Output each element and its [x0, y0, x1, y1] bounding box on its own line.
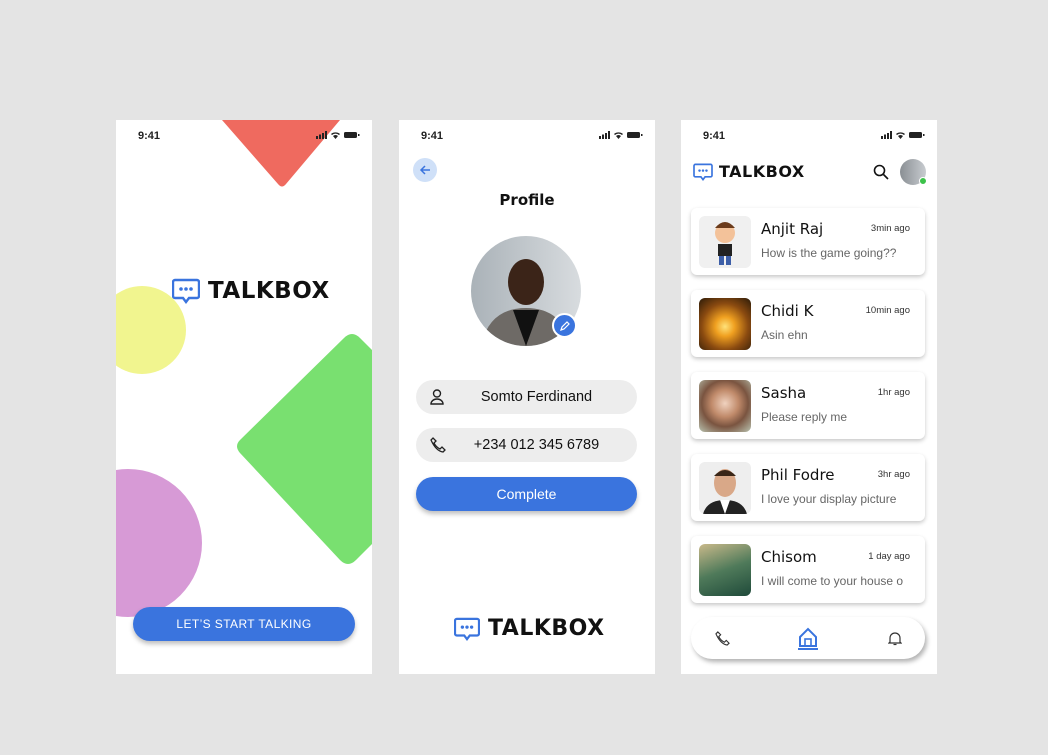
name-field[interactable]: Somto Ferdinand: [416, 380, 637, 414]
decorative-shapes: [116, 120, 372, 617]
message-preview: Please reply me: [761, 410, 848, 424]
purple-circle: [116, 469, 202, 617]
edit-photo-button[interactable]: [552, 313, 577, 338]
profile-screen: 9:41 Profile Somto Ferdinand +234 012 34…: [399, 120, 655, 674]
chat-bubble-icon: [454, 617, 480, 641]
logo-text: TALKBOX: [719, 162, 805, 181]
complete-button[interactable]: Complete: [416, 477, 637, 511]
chat-avatar: [699, 380, 751, 432]
message-time: 1hr ago: [877, 387, 910, 398]
chat-bubble-icon: [172, 278, 200, 304]
chat-avatar: [699, 544, 751, 596]
status-icons: [316, 131, 360, 139]
message-time: 10min ago: [865, 305, 910, 316]
message-time: 3min ago: [870, 223, 910, 234]
chat-item[interactable]: Anjit Raj 3min ago How is the game going…: [691, 208, 925, 275]
green-diamond: [237, 334, 372, 564]
phone-value: +234 012 345 6789: [473, 437, 600, 453]
chats-screen: 9:41 TALKBOX Anjit Raj 3min ago How is t…: [681, 120, 937, 674]
status-icons: [599, 131, 643, 139]
page-title: Profile: [499, 191, 555, 209]
status-time: 9:41: [421, 130, 444, 142]
chat-avatar: [699, 298, 751, 350]
chat-avatar: [699, 462, 751, 514]
logo-text: TALKBOX: [488, 616, 605, 641]
contact-name: Phil Fodre: [761, 466, 835, 484]
message-time: 1 day ago: [868, 551, 910, 562]
message-preview: How is the game going??: [761, 246, 897, 260]
red-triangle: [222, 120, 340, 187]
chat-item[interactable]: Chidi K 10min ago Asin ehn: [691, 290, 925, 357]
message-preview: Asin ehn: [761, 328, 808, 342]
nav-home-icon[interactable]: [798, 627, 818, 651]
pencil-icon: [559, 320, 570, 331]
back-button[interactable]: [413, 158, 437, 182]
arrow-left-icon: [419, 165, 430, 175]
search-icon[interactable]: [873, 164, 889, 180]
cartoon-avatar: [715, 222, 735, 265]
logo-text: TALKBOX: [208, 278, 330, 304]
bottom-nav: [691, 617, 925, 659]
status-time: 9:41: [138, 130, 161, 142]
chat-avatar: [699, 216, 751, 268]
chat-item[interactable]: Chisom 1 day ago I will come to your hou…: [691, 536, 925, 603]
logo: TALKBOX: [172, 278, 330, 304]
status-time: 9:41: [703, 130, 726, 142]
contact-name: Chisom: [761, 548, 817, 566]
nav-bell-icon[interactable]: [888, 631, 902, 646]
contact-name: Sasha: [761, 384, 807, 402]
status-icons: [881, 131, 925, 139]
logo: TALKBOX: [693, 162, 805, 181]
user-avatar[interactable]: [900, 159, 927, 185]
chat-item[interactable]: Phil Fodre 3hr ago I love your display p…: [691, 454, 925, 521]
nav-call-icon[interactable]: [715, 631, 730, 646]
splash-screen: 9:41 TALKBOX LET’S START TALKING: [116, 120, 372, 674]
phone-icon: [430, 437, 446, 453]
message-preview: I will come to your house o: [761, 574, 904, 588]
user-icon: [430, 389, 444, 405]
message-preview: I love your display picture: [761, 492, 897, 506]
name-value: Somto Ferdinand: [480, 389, 593, 405]
contact-name: Anjit Raj: [761, 220, 824, 238]
contact-name: Chidi K: [761, 302, 814, 320]
online-indicator: [919, 177, 927, 185]
chat-item[interactable]: Sasha 1hr ago Please reply me: [691, 372, 925, 439]
portrait-photo: [703, 469, 747, 514]
message-time: 3hr ago: [877, 469, 910, 480]
phone-field[interactable]: +234 012 345 6789: [416, 428, 637, 462]
chat-bubble-icon: [693, 163, 713, 181]
logo: TALKBOX: [454, 616, 605, 641]
start-talking-button[interactable]: LET’S START TALKING: [133, 607, 355, 641]
